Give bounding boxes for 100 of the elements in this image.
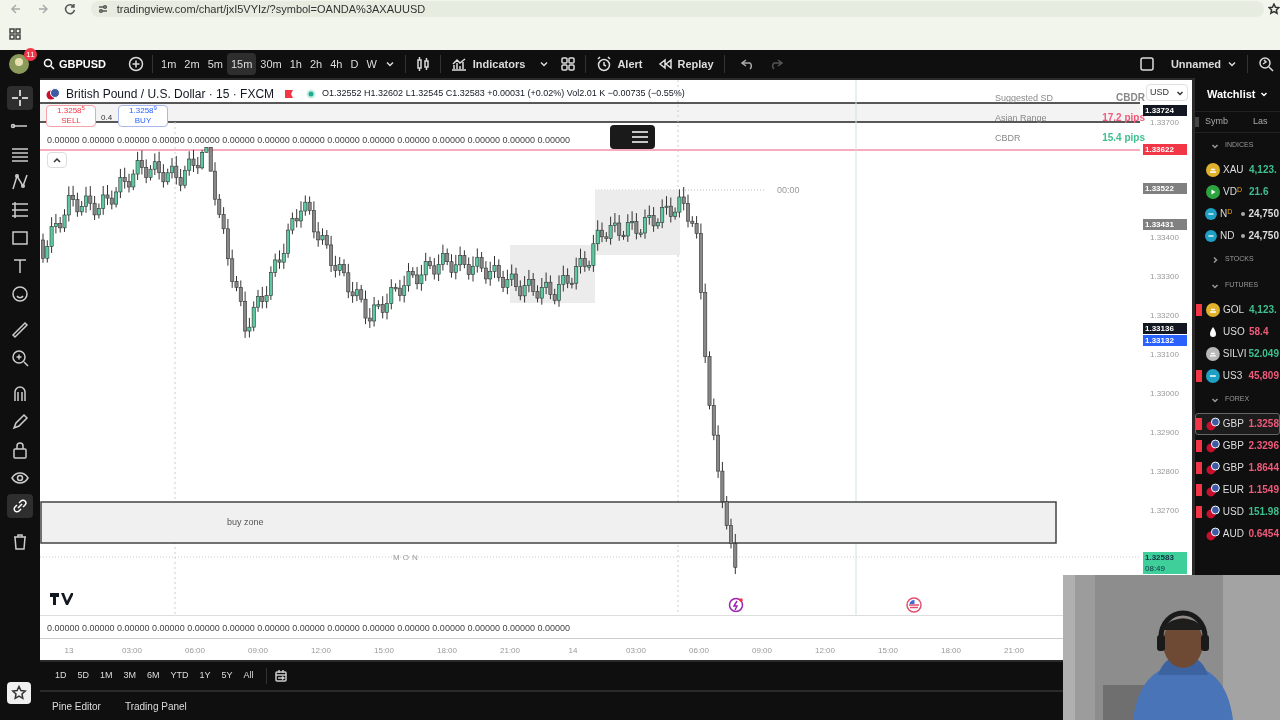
symbol-name[interactable]: VD$^{D}$ xyxy=(1223,184,1247,199)
price-value: 4,123. xyxy=(1249,163,1277,177)
watchlist-row[interactable]: GBP 2.3296 xyxy=(1195,434,1280,457)
watchlist-row[interactable]: EUR 1.1549 xyxy=(1195,478,1280,501)
watchlist-row[interactable]: AUD 0.6454 xyxy=(1195,522,1280,545)
time-label: 18:00 xyxy=(436,645,458,657)
watchlist-row[interactable]: GBP 1.8644 xyxy=(1195,456,1280,479)
table-cell-text: CBDR xyxy=(995,132,1022,145)
range-button[interactable]: 1Y xyxy=(194,669,216,683)
symbol-name[interactable]: SILVI xyxy=(1222,346,1247,361)
symbol-name[interactable]: GOL xyxy=(1223,302,1247,317)
range-button[interactable]: 6M xyxy=(142,669,165,683)
time-label: 03:00 xyxy=(121,645,143,657)
watchlist-row[interactable]: USO 58.4 xyxy=(1195,320,1280,343)
indicator-values: 0.00000 0.00000 0.00000 0.00000 0.00000 0.00000 0.00000 0.00000 0.00000 0.00000 0.00000 0.00000 0.00000 0.00000 0.00000 xyxy=(47,134,570,147)
buy-button[interactable]: 1.3258$^{9}$ BUY xyxy=(118,105,168,127)
time-label: 21:00 xyxy=(499,645,521,657)
table-cell-text: Asian Range xyxy=(995,112,1048,125)
range-button[interactable]: 5D xyxy=(72,669,95,683)
symbol-name[interactable]: GBP xyxy=(1222,438,1247,453)
time-label: 03:00 xyxy=(625,645,647,657)
alert-button[interactable]: Alert xyxy=(596,55,643,73)
symbol-name[interactable]: GBP xyxy=(1222,460,1247,475)
timeframe-tab[interactable]: D xyxy=(346,53,363,75)
timeframe-tab[interactable]: 30m xyxy=(256,53,286,75)
price-badge: 1.32583 08:49 xyxy=(1143,552,1187,574)
price-badge: 1.33724 xyxy=(1143,105,1187,116)
price-badge: 1.33622 xyxy=(1143,144,1187,155)
layout-name-button[interactable]: Unnamed xyxy=(1170,55,1221,73)
price-badge: 1.33136 xyxy=(1143,323,1187,334)
price-value: 1.8644 xyxy=(1248,461,1279,475)
price-value: 24,750 xyxy=(1248,229,1279,243)
time-label: 12:00 xyxy=(814,645,836,657)
indicators-button[interactable]: Indicators xyxy=(450,55,526,73)
currency-dropdown[interactable]: USD xyxy=(1146,84,1188,101)
price-label: 1.32700 xyxy=(1150,505,1179,517)
symbol-name[interactable]: US3 xyxy=(1222,368,1247,383)
sell-button[interactable]: 1.3258$^{5}$ SELL xyxy=(46,105,96,127)
symbol-name[interactable]: USD xyxy=(1222,504,1247,519)
symbol-search-button[interactable]: GBPUSD xyxy=(43,55,107,73)
price-value: 2.3296 xyxy=(1248,439,1279,453)
symbol-name[interactable]: N$^{D}$ xyxy=(1220,206,1241,221)
timeframe-tab[interactable]: 2m xyxy=(180,53,204,75)
time-label: 06:00 xyxy=(184,645,206,657)
table-cell-text: Suggested SD xyxy=(995,92,1055,105)
bottom-panel-tab[interactable]: Trading Panel xyxy=(124,698,187,714)
price-label: 1.33000 xyxy=(1150,388,1179,400)
price-badge: 1.33522 xyxy=(1143,183,1187,194)
watchlist-row[interactable]: GOL 4,123. xyxy=(1195,298,1280,321)
timeframe-tab[interactable]: 1h xyxy=(285,53,306,75)
timeframe-tab[interactable]: 1m xyxy=(157,53,181,75)
range-button[interactable]: YTD xyxy=(165,669,194,683)
column-header[interactable]: Symb xyxy=(1205,114,1253,129)
symbol-name[interactable]: EUR xyxy=(1222,482,1247,497)
symbol-name[interactable]: AUD xyxy=(1222,526,1247,541)
time-label: 21:00 xyxy=(1003,645,1025,657)
price-value: 1.1549 xyxy=(1248,483,1279,497)
bottom-panel-tab[interactable]: Pine Editor xyxy=(52,698,101,714)
time-label: 13 xyxy=(63,645,75,657)
timeframe-tab[interactable]: 4h xyxy=(326,53,347,75)
table-cell-text: CBDR xyxy=(1115,91,1145,105)
watchlist-row[interactable]: VD$^{D}$ 21.6 xyxy=(1195,180,1280,203)
time-label: 06:00 xyxy=(688,645,710,657)
range-button[interactable]: 1D xyxy=(50,669,72,683)
range-button[interactable]: 1M xyxy=(95,669,118,683)
timeframe-tab[interactable]: 15m xyxy=(226,53,257,75)
symbol-name[interactable]: XAU xyxy=(1223,162,1247,177)
price-value: 24,750 xyxy=(1248,207,1279,221)
price-badge: 1.33132 xyxy=(1143,335,1187,346)
time-label: 12:00 xyxy=(310,645,332,657)
symbol-name[interactable]: USO xyxy=(1223,324,1247,339)
range-button[interactable]: 5Y xyxy=(216,669,238,683)
watchlist-title-button[interactable]: Watchlist xyxy=(1207,86,1280,103)
watchlist-row[interactable]: SILVI 52.049 xyxy=(1195,342,1280,365)
timeframe-tab[interactable]: 2h xyxy=(305,53,327,75)
symbol-name[interactable]: GBP xyxy=(1222,416,1247,431)
range-button[interactable]: 3M xyxy=(118,669,142,683)
session-time-label: 00:00 xyxy=(777,184,800,197)
price-label: 1.33400 xyxy=(1150,232,1179,244)
timeframe-tab[interactable]: 5m xyxy=(203,53,227,75)
watchlist-row[interactable]: ND 24,750 xyxy=(1195,224,1280,247)
column-header[interactable]: Las xyxy=(1253,114,1268,129)
replay-button[interactable]: Replay xyxy=(658,55,714,73)
symbol-name[interactable]: ND xyxy=(1220,228,1241,243)
price-label: 1.33100 xyxy=(1150,349,1179,361)
watchlist-row[interactable]: GBP 1.3258 xyxy=(1195,412,1280,435)
timeframe-tab[interactable]: W xyxy=(362,53,381,75)
price-label: 1.32800 xyxy=(1150,466,1179,478)
price-value: 1.3258 xyxy=(1248,417,1279,431)
address-bar[interactable]: tradingview.com/chart/jxI5VYIz/?symbol=OANDA%3AXAUUSD xyxy=(90,1,1265,17)
watchlist-row[interactable]: USD 151.98 xyxy=(1195,500,1280,523)
range-button[interactable]: All xyxy=(238,669,259,683)
price-value: 52.049 xyxy=(1248,347,1279,361)
price-value: 0.6454 xyxy=(1248,527,1279,541)
price-label: 1.33700 xyxy=(1150,117,1179,129)
watchlist-row[interactable]: N$^{D}$ 24,750 xyxy=(1195,202,1280,225)
watchlist-row[interactable]: US3 45,809 xyxy=(1195,364,1280,387)
watchlist-row[interactable]: XAU 4,123. xyxy=(1195,158,1280,181)
price-value: 151.98 xyxy=(1248,505,1279,519)
time-label: 14 xyxy=(567,645,579,657)
